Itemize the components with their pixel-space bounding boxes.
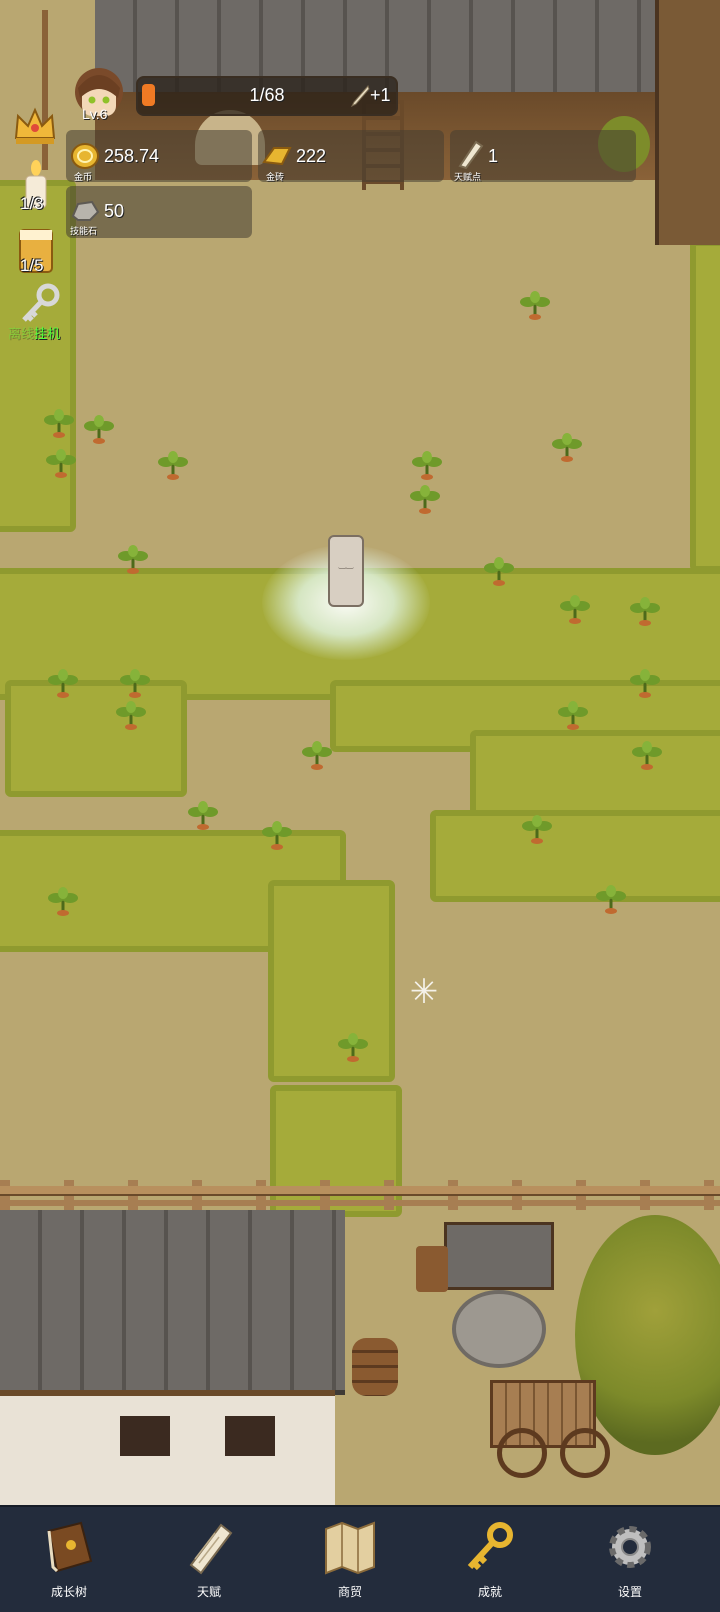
scroll-icon [454,138,484,170]
gold-bar-label: 金砖 [266,172,285,182]
house-window [120,1416,170,1456]
nav-label: 商贸 [337,1585,362,1599]
gold-bar-panel: 222 金砖 [258,130,444,182]
well-roof [444,1222,554,1290]
plant-sprout [628,596,662,626]
skill-stone-value: 50 [104,201,125,221]
nav-trade[interactable]: 商贸 [295,1507,405,1612]
gold-label: 金币 [74,172,93,182]
auto-idle-prefix: 离线 [8,326,35,341]
tree [575,1215,720,1455]
barn-side [655,0,720,245]
plant-sprout [558,594,592,624]
nav-talent[interactable]: 天赋 [154,1507,264,1612]
exp-bar: 1/68 +1 [136,76,398,116]
fence-rail [0,1200,720,1206]
cart-wheel [560,1428,610,1478]
talent-points-panel: 1 天赋点 [450,130,636,182]
nav-achievement[interactable]: 成就 [435,1507,545,1612]
talent-points-label: 天赋点 [454,172,482,182]
plant-sprout [518,290,552,320]
quill-icon [350,84,370,108]
stone-monster[interactable]: ‿‿ [328,535,364,607]
nav-growth-tree[interactable]: 成长树 [14,1507,124,1612]
nav-label: 成长树 [50,1585,87,1599]
plant-sprout [42,408,76,438]
skill-stone-icon [70,198,100,224]
gold-bar-value: 222 [296,146,327,166]
bottom-nav: 成长树 天赋 商贸 成就 设置 [0,1505,720,1612]
grass-patch [5,680,187,797]
plant-sprout [408,484,442,514]
plant-sprout [46,886,80,916]
crown-button[interactable] [12,104,58,148]
auto-idle-label: 离线挂机 [8,323,60,342]
plant-sprout [594,884,628,914]
plant-sprout [550,432,584,462]
plant-sprout [336,1032,370,1062]
auto-idle-button[interactable] [18,282,62,326]
talent-points-value: 1 [488,146,499,166]
house-roof [0,1210,345,1395]
gold-value: 258.74 [104,146,160,166]
plant-sprout [116,544,150,574]
player-level: Lv.6 [82,106,108,122]
house-wall [0,1390,335,1505]
book-icon [41,1519,97,1575]
plant-sprout [82,414,116,444]
gold-bar-icon [262,142,292,170]
plant-sprout [114,700,148,730]
plant-sprout [300,740,334,770]
map-icon [322,1519,378,1575]
plant-sprout [118,668,152,698]
plant-sprout [630,740,664,770]
plant-sprout [410,450,444,480]
fence-rail [0,1186,720,1196]
plant-sprout [520,814,554,844]
skill-stone-panel: 50 技能石 [66,186,252,238]
plant-sprout [260,820,294,850]
nav-settings[interactable]: 设置 [575,1507,685,1612]
well [452,1290,546,1368]
grass-patch [430,810,720,902]
gold-coin-icon [70,142,100,170]
sparkle-effect: ✳ [409,973,439,1011]
nav-label: 设置 [617,1585,642,1599]
key-icon [462,1519,518,1575]
auto-idle-text: 挂机 [34,326,61,341]
cart-wheel [497,1428,547,1478]
grass-patch [268,880,395,1082]
plant-sprout [156,450,190,480]
plant-sprout [186,800,220,830]
crown-icon [14,107,56,144]
gold-panel: 258.74 金币 [66,130,252,182]
plant-sprout [482,556,516,586]
grass-patch [690,240,720,572]
barrel [352,1338,398,1396]
plant-sprout [628,668,662,698]
plant-sprout [556,700,590,730]
scroll-icon [181,1519,237,1575]
candle-count: 1/3 [20,194,44,213]
bucket [416,1246,448,1292]
plant-sprout [46,668,80,698]
house-window [225,1416,275,1456]
key-icon [22,283,60,322]
nav-label: 天赋 [196,1585,221,1599]
talent-gain: +1 [370,85,391,105]
nav-label: 成就 [477,1585,502,1599]
gear-icon [602,1519,658,1575]
plant-sprout [44,448,78,478]
skill-stone-label: 技能石 [70,226,98,236]
drink-count: 1/5 [20,256,44,275]
stone-face: ‿‿ [338,559,354,569]
